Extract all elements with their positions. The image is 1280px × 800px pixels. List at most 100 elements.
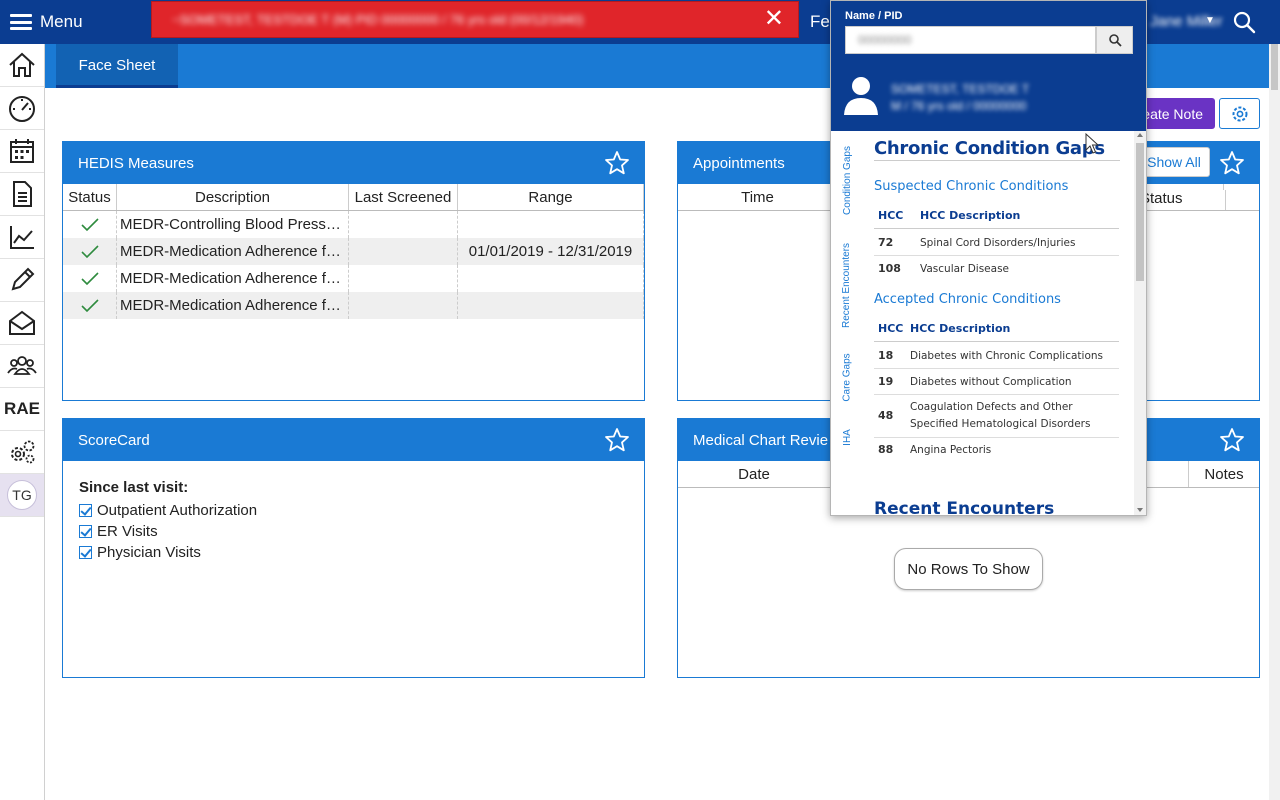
page-scrollbar[interactable] — [1269, 44, 1280, 800]
table-row[interactable]: 19 Diabetes without Complication — [874, 370, 1119, 395]
left-sidebar: RAE TG — [0, 44, 45, 800]
check-icon — [80, 217, 99, 231]
column-header-status[interactable]: Status — [63, 184, 117, 210]
table-row[interactable]: MEDR-Controlling Blood Press… — [63, 211, 644, 238]
check-icon — [80, 271, 99, 285]
table-row[interactable]: 72 Spinal Cord Disorders/Injuries — [874, 231, 1119, 256]
table-cell-description: MEDR-Medication Adherence f… — [117, 265, 349, 292]
star-icon[interactable] — [604, 150, 630, 176]
patient-banner[interactable]: ~SOMETEST, TESTDOE T (M) PID 00000000 / … — [151, 1, 799, 38]
menu-button[interactable]: Menu — [0, 0, 150, 44]
hedis-panel-title: HEDIS Measures — [78, 154, 194, 172]
tab-care-gaps[interactable]: Care Gaps — [831, 349, 863, 405]
close-icon[interactable]: ✕ — [764, 7, 784, 31]
column-header-range[interactable]: Range — [458, 184, 644, 210]
sidebar-item-dashboard[interactable] — [0, 87, 44, 130]
medical-chart-panel-title: Medical Chart Revie — [693, 431, 829, 449]
sidebar-item-calendar[interactable] — [0, 130, 44, 173]
sidebar-item-edit[interactable] — [0, 259, 44, 302]
column-header-last-screened[interactable]: Last Screened — [349, 184, 458, 210]
home-icon — [9, 52, 35, 77]
column-header-status[interactable]: Status — [1140, 190, 1226, 210]
search-icon — [1108, 34, 1122, 47]
check-icon — [80, 298, 99, 312]
sidebar-item-user[interactable]: TG — [0, 474, 44, 517]
section-title: Chronic Condition Gaps — [874, 138, 1105, 159]
table-row[interactable]: 108 Vascular Disease — [874, 257, 1119, 282]
recent-encounters-title: Recent Encounters — [874, 499, 1055, 515]
hedis-grid-header: Status Description Last Screened Range — [63, 184, 644, 211]
column-header-time[interactable]: Time — [678, 184, 838, 210]
table-row[interactable]: 48 Coagulation Defects and Other Specifi… — [874, 396, 1119, 438]
search-label: Name / PID — [845, 10, 903, 22]
sidebar-item-home[interactable] — [0, 44, 44, 87]
show-all-button[interactable]: Show All — [1138, 147, 1210, 177]
suspected-table-header: HCC HCC Description — [874, 209, 1119, 229]
column-header-notes[interactable]: Notes — [1189, 461, 1259, 487]
star-icon[interactable] — [604, 427, 630, 453]
table-cell-range — [458, 265, 644, 292]
check-icon — [80, 244, 99, 258]
person-icon — [844, 77, 878, 115]
table-cell-last-screened — [349, 238, 458, 265]
scorecard-panel-header: ScoreCard — [63, 419, 644, 461]
feature-text: Fe — [810, 12, 830, 31]
checkbox[interactable] — [79, 504, 92, 517]
sidebar-item-documents[interactable] — [0, 173, 44, 216]
sidebar-item-settings[interactable] — [0, 431, 44, 474]
chart-icon — [10, 226, 34, 249]
checkbox[interactable] — [79, 546, 92, 559]
appointments-panel-title: Appointments — [693, 154, 785, 172]
patient-info[interactable]: SOMETEST, TESTDOE T M / 76 yrs old / 000… — [891, 81, 1029, 115]
table-row[interactable]: 88 Angina Pectoris — [874, 439, 1119, 464]
sidebar-item-groups[interactable] — [0, 345, 44, 388]
patient-search-button[interactable] — [1096, 26, 1133, 54]
suspected-conditions-title: Suspected Chronic Conditions — [874, 179, 1069, 194]
group-icon — [7, 356, 37, 375]
tab-recent-encounters[interactable]: Recent Encounters — [831, 239, 863, 331]
sidebar-item-rae[interactable]: RAE — [0, 388, 44, 431]
tab-condition-gaps[interactable]: Condition Gaps — [831, 139, 863, 221]
column-header-date[interactable]: Date — [678, 461, 831, 487]
column-header-description[interactable]: Description — [117, 184, 349, 210]
settings-icon — [11, 440, 35, 464]
scorecard-panel-title: ScoreCard — [78, 431, 150, 449]
hedis-panel-header: HEDIS Measures — [63, 142, 644, 184]
scorecard-item[interactable]: Physician Visits — [79, 542, 628, 563]
scorecard-item-label: ER Visits — [97, 523, 158, 540]
sidebar-item-reports[interactable] — [0, 216, 44, 259]
table-row[interactable]: MEDR-Medication Adherence f… — [63, 265, 644, 292]
table-row[interactable]: 18 Diabetes with Chronic Complications — [874, 344, 1119, 369]
scorecard-item[interactable]: ER Visits — [79, 521, 628, 542]
scorecard-body: Since last visit: Outpatient Authorizati… — [63, 461, 644, 581]
sidebar-rae-label: RAE — [4, 399, 40, 418]
scorecard-panel: ScoreCard Since last visit: Outpatient A… — [62, 418, 645, 678]
document-icon — [13, 181, 32, 207]
checkbox[interactable] — [79, 525, 92, 538]
tab-iha[interactable]: IHA — [831, 423, 863, 451]
search-icon[interactable] — [1232, 10, 1256, 34]
scorecard-item[interactable]: Outpatient Authorization — [79, 500, 628, 521]
hamburger-icon — [10, 14, 32, 30]
pencil-icon — [11, 267, 35, 291]
hedis-panel: HEDIS Measures Status Description Last S… — [62, 141, 645, 401]
popup-header: Name / PID 00000000 SOMETEST, TESTDOE T … — [831, 1, 1146, 131]
gear-icon — [1232, 106, 1247, 121]
star-icon[interactable] — [1219, 150, 1245, 176]
table-row[interactable]: MEDR-Medication Adherence f… — [63, 292, 644, 319]
tab-face-sheet[interactable]: Face Sheet — [56, 44, 178, 88]
accepted-table-header: HCC HCC Description — [874, 322, 1119, 342]
scorecard-item-label: Outpatient Authorization — [97, 502, 258, 519]
sidebar-item-messages[interactable] — [0, 302, 44, 345]
mouse-cursor-icon — [1085, 133, 1100, 154]
settings-button[interactable] — [1219, 98, 1260, 129]
table-row[interactable]: MEDR-Medication Adherence f… 01/01/2019 … — [63, 238, 644, 265]
table-cell-description: MEDR-Medication Adherence f… — [117, 238, 349, 265]
table-cell-range — [458, 292, 644, 319]
chevron-down-icon[interactable]: ▼ — [1205, 15, 1215, 26]
star-icon[interactable] — [1219, 427, 1245, 453]
popup-scrollbar[interactable] — [1134, 131, 1146, 515]
no-rows-message: No Rows To Show — [894, 548, 1043, 590]
patient-details: M / 76 yrs old / 00000000 — [891, 99, 1027, 113]
patient-search-input[interactable]: 00000000 — [845, 26, 1096, 54]
